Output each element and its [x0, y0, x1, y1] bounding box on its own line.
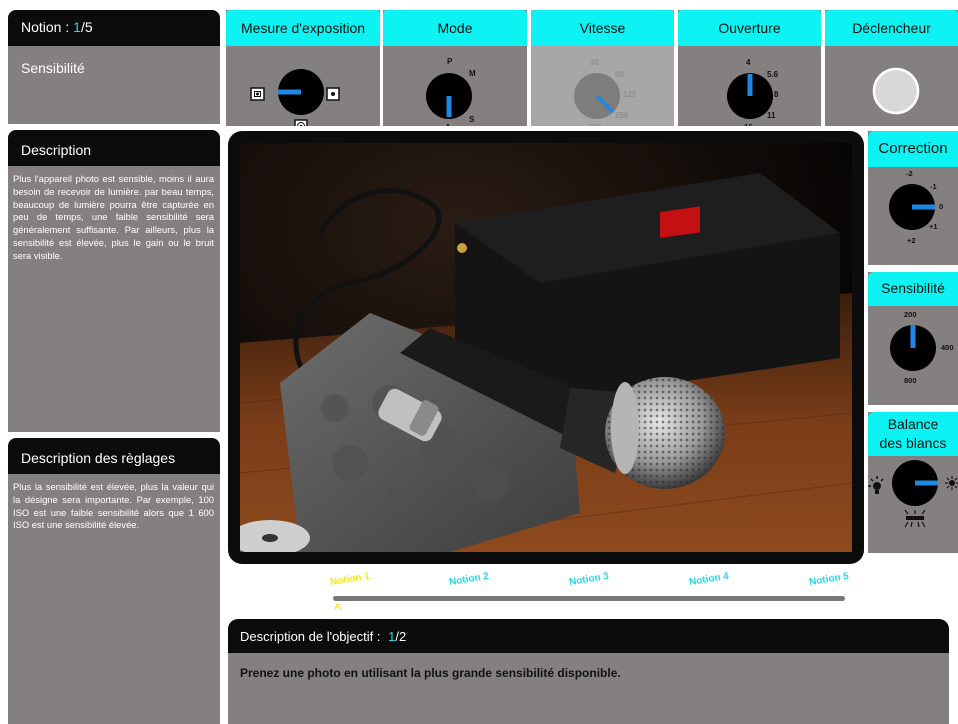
timeline-notion-4[interactable]: Notion 4 [688, 571, 729, 588]
correction-control: Correction -2 -1 0 +1 +2 [868, 131, 958, 265]
white-balance-title-line2: des blancs [879, 435, 947, 451]
matrix-metering-icon[interactable] [250, 87, 265, 101]
metering-dial-area [250, 69, 340, 126]
sensitivity-label-800: 800 [904, 376, 917, 385]
shutter-title: Déclencheur [825, 10, 958, 46]
aperture-label-16: 16 [744, 123, 753, 126]
mode-title: Mode [383, 10, 527, 46]
mode-label-m: M [469, 69, 476, 78]
white-balance-control: Balance des blancs [868, 412, 958, 553]
photo-frame [228, 131, 864, 564]
aperture-control: Ouverture 4 5.6 8 11 16 [678, 10, 821, 126]
aperture-label-8: 8 [774, 90, 779, 99]
metering-dial[interactable] [278, 69, 324, 115]
mode-label-s: S [469, 115, 475, 124]
notion-total: /5 [80, 19, 93, 35]
objective-label: Description de l'objectif : [240, 629, 381, 644]
white-balance-dial-area [868, 460, 958, 528]
metering-control: Mesure d'exposition [226, 10, 380, 126]
white-balance-title: Balance des blancs [868, 412, 958, 456]
sensitivity-dial[interactable] [890, 325, 936, 371]
timeline-notion-2[interactable]: Notion 2 [448, 571, 489, 588]
aperture-dial-area: 4 5.6 8 11 16 [727, 58, 779, 126]
shutter-control: Déclencheur [825, 10, 958, 126]
spot-metering-icon[interactable] [326, 87, 340, 101]
sun-icon[interactable] [945, 476, 958, 490]
settings-description-header: Description des règlages [8, 438, 220, 474]
aperture-label-11: 11 [767, 111, 776, 120]
sensitivity-title: Sensibilité [868, 272, 958, 306]
speed-label-60: 60 [615, 70, 624, 79]
timeline-notion-1[interactable]: Notion 1 [329, 571, 370, 588]
settings-description-title: Description des règlages [21, 450, 176, 466]
correction-label-m2: -2 [906, 169, 913, 178]
speed-label-250: 250 [615, 111, 629, 120]
mode-dial-area: P M S A [426, 57, 476, 126]
sensitivity-control: Sensibilité 200 400 800 [868, 272, 958, 405]
shutter-area [872, 67, 920, 115]
notion-label: Notion : [21, 19, 70, 35]
mode-label-p: P [447, 57, 453, 66]
description-header: Description [8, 130, 220, 166]
shutter-button[interactable] [872, 67, 920, 115]
white-balance-dial[interactable] [892, 460, 938, 506]
fluorescent-icon[interactable] [904, 509, 926, 528]
metering-title: Mesure d'exposition [226, 10, 380, 46]
settings-description-text: Plus la sensibilité est élevée, plus la … [13, 481, 214, 531]
speed-label-30: 30 [590, 58, 599, 67]
description-text: Plus l'appareil photo est sensible, moin… [13, 173, 214, 261]
speed-control: Vitesse 30 60 125 250 500 [531, 10, 674, 126]
objective-panel: Prenez une photo en utilisant la plus gr… [228, 653, 949, 724]
speed-dial-area: 30 60 125 250 500 [574, 58, 637, 126]
timeline-notion-3[interactable]: Notion 3 [568, 571, 609, 588]
correction-title: Correction [868, 131, 958, 167]
mode-control: Mode P M S A [383, 10, 527, 126]
correction-dial-area: -2 -1 0 +1 +2 [889, 169, 943, 245]
sensitivity-label-200: 200 [904, 310, 917, 319]
mode-label-a: A [445, 123, 451, 126]
timeline-notion-5[interactable]: Notion 5 [808, 571, 849, 588]
objective-total: /2 [395, 629, 407, 644]
correction-label-p1: +1 [929, 222, 938, 231]
center-weighted-metering-icon[interactable] [294, 119, 308, 126]
preview-photo [240, 143, 852, 552]
timeline-track[interactable] [333, 596, 845, 601]
aperture-title: Ouverture [678, 10, 821, 46]
objective-header: Description de l'objectif : 1/2 [228, 619, 949, 653]
mode-dial[interactable] [426, 73, 472, 119]
correction-label-m1: -1 [930, 182, 937, 191]
correction-label-0: 0 [939, 202, 943, 211]
aperture-label-5-6: 5.6 [767, 70, 779, 79]
objective-text: Prenez une photo en utilisant la plus gr… [240, 666, 621, 680]
speed-label-125: 125 [623, 90, 637, 99]
speed-label-500: 500 [588, 123, 602, 126]
description-title: Description [21, 142, 92, 158]
speed-dial[interactable] [574, 73, 620, 119]
description-panel: Plus l'appareil photo est sensible, moin… [8, 166, 220, 432]
correction-label-p2: +2 [907, 236, 916, 245]
notion-header: Notion : 1/5 [8, 10, 220, 46]
settings-description-panel: Plus la sensibilité est élevée, plus la … [8, 474, 220, 724]
notion-title-panel: Sensibilité [8, 46, 220, 124]
speed-title: Vitesse [531, 10, 674, 46]
sensitivity-dial-area: 200 400 800 [890, 310, 954, 385]
aperture-label-4: 4 [746, 58, 751, 67]
sensitivity-label-400: 400 [941, 343, 954, 352]
notion-title: Sensibilité [21, 60, 85, 76]
timeline-caret: ^ [334, 601, 342, 616]
notion-current: 1 [73, 19, 81, 35]
incandescent-icon[interactable] [868, 476, 884, 494]
white-balance-title-line1: Balance [887, 416, 939, 432]
